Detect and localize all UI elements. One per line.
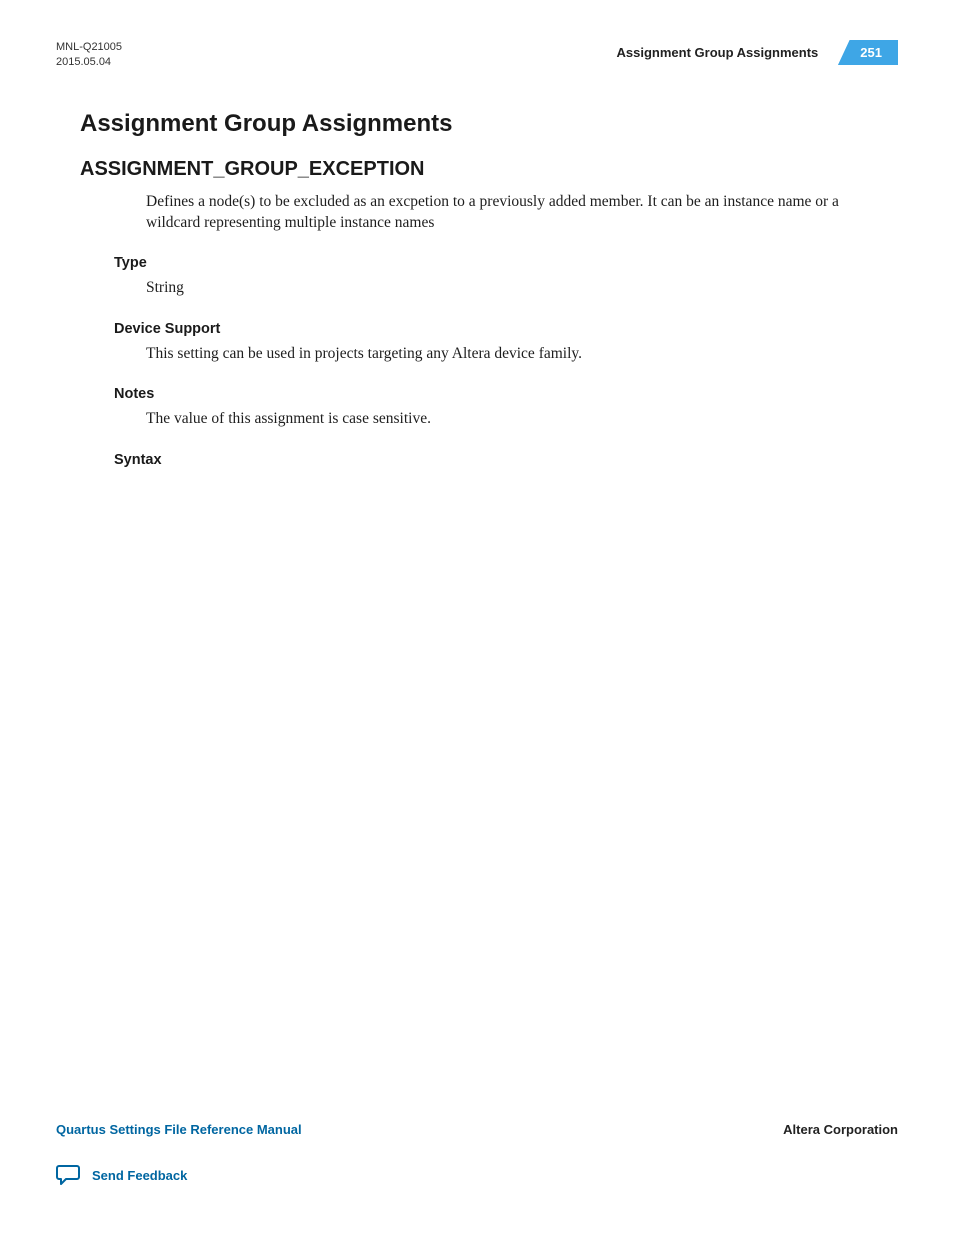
subhead-type: Type: [114, 255, 898, 271]
section-heading-1: Assignment Group Assignments: [80, 110, 898, 138]
intro-paragraph-block: Defines a node(s) to be excluded as an e…: [146, 191, 858, 234]
subhead-syntax: Syntax: [114, 452, 898, 468]
header-meta: MNL-Q21005 2015.05.04: [56, 40, 122, 70]
send-feedback-label: Send Feedback: [92, 1168, 187, 1183]
doc-date: 2015.05.04: [56, 55, 122, 70]
header-section-title: Assignment Group Assignments: [617, 45, 819, 60]
section-heading-2: ASSIGNMENT_GROUP_EXCEPTION: [80, 158, 898, 181]
device-support-body: This setting can be used in projects tar…: [146, 343, 858, 364]
document-page: MNL-Q21005 2015.05.04 Assignment Group A…: [0, 0, 954, 1235]
subhead-notes: Notes: [114, 386, 898, 402]
manual-title-link[interactable]: Quartus Settings File Reference Manual: [56, 1122, 302, 1137]
page-header: MNL-Q21005 2015.05.04 Assignment Group A…: [56, 40, 898, 70]
footer-row: Quartus Settings File Reference Manual A…: [56, 1122, 898, 1137]
type-body-block: String: [146, 277, 858, 298]
type-body: String: [146, 277, 858, 298]
page-footer: Quartus Settings File Reference Manual A…: [56, 1122, 898, 1187]
page-number-badge: 251: [838, 40, 898, 65]
subhead-device-support: Device Support: [114, 321, 898, 337]
send-feedback-link[interactable]: Send Feedback: [56, 1163, 898, 1187]
notes-body: The value of this assignment is case sen…: [146, 408, 858, 429]
notes-body-block: The value of this assignment is case sen…: [146, 408, 858, 429]
header-right: Assignment Group Assignments 251: [617, 40, 898, 65]
speech-bubble-icon: [56, 1163, 82, 1187]
doc-id: MNL-Q21005: [56, 40, 122, 55]
device-support-body-block: This setting can be used in projects tar…: [146, 343, 858, 364]
corporation-name: Altera Corporation: [783, 1122, 898, 1137]
intro-paragraph: Defines a node(s) to be excluded as an e…: [146, 191, 858, 234]
